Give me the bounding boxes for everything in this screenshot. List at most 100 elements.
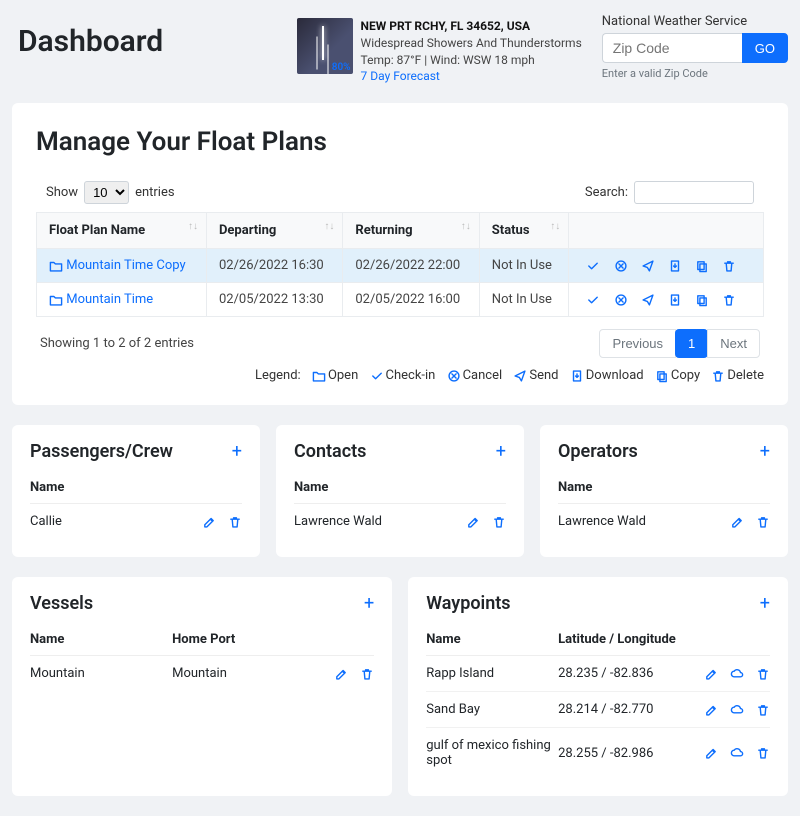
search-input[interactable] bbox=[634, 181, 754, 204]
card-title: Operators bbox=[558, 441, 638, 462]
cancel-icon[interactable] bbox=[614, 293, 628, 307]
vessel-name: Mountain bbox=[30, 666, 172, 681]
download-icon[interactable] bbox=[668, 293, 682, 307]
edit-icon[interactable] bbox=[202, 515, 216, 529]
list-item: Sand Bay 28.214 / -82.770 bbox=[426, 692, 770, 728]
checkin-icon[interactable] bbox=[586, 293, 600, 307]
waypoint-name: Sand Bay bbox=[426, 702, 558, 717]
list-item: Lawrence Wald bbox=[558, 504, 770, 539]
cancel-icon bbox=[447, 369, 461, 383]
go-button[interactable]: GO bbox=[742, 33, 788, 63]
pagination: Previous 1 Next bbox=[600, 329, 760, 358]
list-item: Mountain Mountain bbox=[30, 656, 374, 691]
card-title: Waypoints bbox=[426, 593, 510, 614]
delete-icon[interactable] bbox=[722, 293, 736, 307]
weather-icon[interactable] bbox=[730, 667, 744, 681]
col-departing[interactable]: Departing↑↓ bbox=[206, 213, 342, 249]
checkin-icon bbox=[370, 369, 384, 383]
send-icon[interactable] bbox=[641, 293, 655, 307]
vessels-card: Vessels + Name Home Port Mountain Mounta… bbox=[12, 577, 392, 796]
weather-icon[interactable] bbox=[730, 703, 744, 717]
edit-icon[interactable] bbox=[466, 515, 480, 529]
edit-icon[interactable] bbox=[704, 746, 718, 760]
nws-label: National Weather Service bbox=[602, 14, 788, 29]
folder-open-icon[interactable] bbox=[49, 259, 63, 273]
delete-icon[interactable] bbox=[756, 515, 770, 529]
col-status[interactable]: Status↑↓ bbox=[479, 213, 569, 249]
zipcode-input[interactable] bbox=[602, 33, 742, 63]
delete-icon[interactable] bbox=[228, 515, 242, 529]
delete-icon[interactable] bbox=[756, 703, 770, 717]
add-waypoint-button[interactable]: + bbox=[760, 593, 770, 614]
contacts-card: Contacts + Name Lawrence Wald bbox=[276, 425, 524, 557]
list-item: Lawrence Wald bbox=[294, 504, 506, 539]
zip-hint: Enter a valid Zip Code bbox=[602, 67, 788, 80]
page-title: Dashboard bbox=[18, 24, 277, 59]
edit-icon[interactable] bbox=[704, 703, 718, 717]
waypoint-loc: 28.235 / -82.836 bbox=[558, 666, 690, 681]
returning-cell: 02/05/2022 16:00 bbox=[343, 283, 479, 317]
add-operator-button[interactable]: + bbox=[760, 441, 770, 462]
add-contact-button[interactable]: + bbox=[496, 441, 506, 462]
nws-lookup: National Weather Service GO Enter a vali… bbox=[602, 14, 788, 80]
top-bar: Dashboard 80% NEW PRT RCHY, FL 34652, US… bbox=[12, 10, 788, 85]
float-plan-link[interactable]: Mountain Time bbox=[66, 292, 153, 307]
manage-float-plans-panel: Manage Your Float Plans Show 10 entries … bbox=[12, 103, 788, 405]
weather-icon[interactable] bbox=[730, 746, 744, 760]
copy-icon[interactable] bbox=[695, 259, 709, 273]
edit-icon[interactable] bbox=[730, 515, 744, 529]
list-item: Rapp Island 28.235 / -82.836 bbox=[426, 656, 770, 692]
card-title: Contacts bbox=[294, 441, 366, 462]
col-returning[interactable]: Returning↑↓ bbox=[343, 213, 479, 249]
delete-icon[interactable] bbox=[492, 515, 506, 529]
waypoint-loc: 28.255 / -82.986 bbox=[558, 746, 690, 761]
forecast-link[interactable]: 7 Day Forecast bbox=[361, 69, 440, 83]
add-vessel-button[interactable]: + bbox=[364, 593, 374, 614]
entries-label: entries bbox=[135, 185, 175, 200]
col-actions bbox=[569, 213, 764, 249]
col-float-plan-name[interactable]: Float Plan Name↑↓ bbox=[37, 213, 207, 249]
departing-cell: 02/05/2022 13:30 bbox=[206, 283, 342, 317]
card-title: Passengers/Crew bbox=[30, 441, 173, 462]
copy-icon[interactable] bbox=[695, 293, 709, 307]
checkin-icon[interactable] bbox=[586, 259, 600, 273]
edit-icon[interactable] bbox=[334, 667, 348, 681]
returning-cell: 02/26/2022 22:00 bbox=[343, 249, 479, 283]
search-label: Search: bbox=[585, 185, 628, 200]
list-item: Callie bbox=[30, 504, 242, 539]
download-icon bbox=[570, 369, 584, 383]
weather-thumbnail: 80% bbox=[297, 18, 353, 74]
prev-button[interactable]: Previous bbox=[599, 329, 676, 358]
weather-location: NEW PRT RCHY, FL 34652, USA bbox=[361, 18, 582, 35]
next-button[interactable]: Next bbox=[707, 329, 760, 358]
precip-probability: 80% bbox=[332, 62, 351, 73]
entries-select[interactable]: 10 bbox=[84, 181, 129, 204]
download-icon[interactable] bbox=[668, 259, 682, 273]
add-passenger-button[interactable]: + bbox=[232, 441, 242, 462]
table-row: Mountain Time Copy 02/26/2022 16:30 02/2… bbox=[37, 249, 764, 283]
float-plan-link[interactable]: Mountain Time Copy bbox=[66, 258, 185, 273]
table-row: Mountain Time 02/05/2022 13:30 02/05/202… bbox=[37, 283, 764, 317]
delete-icon bbox=[711, 369, 725, 383]
weather-description: Widespread Showers And Thunderstorms bbox=[361, 35, 582, 52]
passengers-card: Passengers/Crew + Name Callie bbox=[12, 425, 260, 557]
send-icon[interactable] bbox=[641, 259, 655, 273]
show-label: Show bbox=[46, 185, 78, 200]
delete-icon[interactable] bbox=[756, 667, 770, 681]
operators-card: Operators + Name Lawrence Wald bbox=[540, 425, 788, 557]
panel-title: Manage Your Float Plans bbox=[36, 127, 764, 157]
folder-open-icon[interactable] bbox=[49, 293, 63, 307]
cancel-icon[interactable] bbox=[614, 259, 628, 273]
delete-icon[interactable] bbox=[756, 746, 770, 760]
legend: Legend: Open Check-in Cancel Send Downlo… bbox=[36, 368, 764, 383]
waypoint-name: Rapp Island bbox=[426, 666, 558, 681]
waypoint-loc: 28.214 / -82.770 bbox=[558, 702, 690, 717]
list-item: gulf of mexico fishing spot 28.255 / -82… bbox=[426, 728, 770, 778]
delete-icon[interactable] bbox=[360, 667, 374, 681]
page-1-button[interactable]: 1 bbox=[675, 329, 708, 358]
departing-cell: 02/26/2022 16:30 bbox=[206, 249, 342, 283]
weather-detail: Temp: 87°F | Wind: WSW 18 mph bbox=[361, 52, 582, 69]
send-icon bbox=[513, 369, 527, 383]
edit-icon[interactable] bbox=[704, 667, 718, 681]
delete-icon[interactable] bbox=[722, 259, 736, 273]
